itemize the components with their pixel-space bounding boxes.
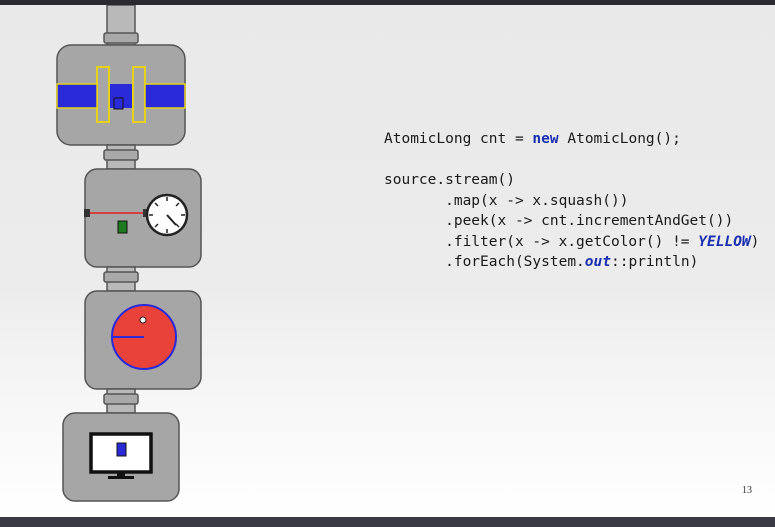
code-filter-start: .filter(x -> x.getColor() != (384, 233, 699, 250)
code-line-6: .forEach(System.out::println) (384, 254, 698, 270)
code-foreach-end: ::println) (611, 254, 699, 270)
code-keyword-new: new (532, 131, 559, 147)
code-snippet: AtomicLong cnt = new AtomicLong(); sourc… (384, 129, 759, 273)
code-constructor: AtomicLong(); (558, 131, 681, 147)
map-squash-station (56, 44, 186, 146)
pacman-filter-icon (111, 304, 177, 370)
stream-pipeline-diagram (56, 5, 202, 502)
bottom-bar (0, 517, 775, 527)
peek-counter-station (84, 168, 202, 268)
page-number: 13 (742, 485, 752, 496)
code-line-5: .filter(x -> x.getColor() != YELLOW) (384, 234, 759, 250)
code-type: AtomicLong (384, 131, 472, 147)
code-line-3: .map(x -> x.squash()) (384, 192, 629, 209)
squashed-item (113, 97, 124, 110)
code-foreach-start: .forEach(System. (384, 254, 585, 270)
code-line-4: .peek(x -> cnt.incrementAndGet()) (384, 213, 734, 229)
code-constant-yellow: YELLOW (698, 233, 751, 250)
code-line-2: source.stream() (384, 172, 515, 188)
clock-counter-icon (145, 193, 189, 237)
filter-station (84, 290, 202, 390)
monitor-icon (89, 432, 153, 479)
pipe-top-flange (103, 32, 139, 44)
code-filter-end: ) (750, 233, 760, 250)
code-field-out: out (584, 254, 611, 270)
foreach-output-station (62, 412, 180, 502)
code-line-1: AtomicLong cnt = new AtomicLong(); (384, 131, 681, 147)
slide: AtomicLong cnt = new AtomicLong(); sourc… (0, 5, 775, 517)
code-var: cnt = (471, 131, 533, 147)
green-item (117, 220, 128, 234)
